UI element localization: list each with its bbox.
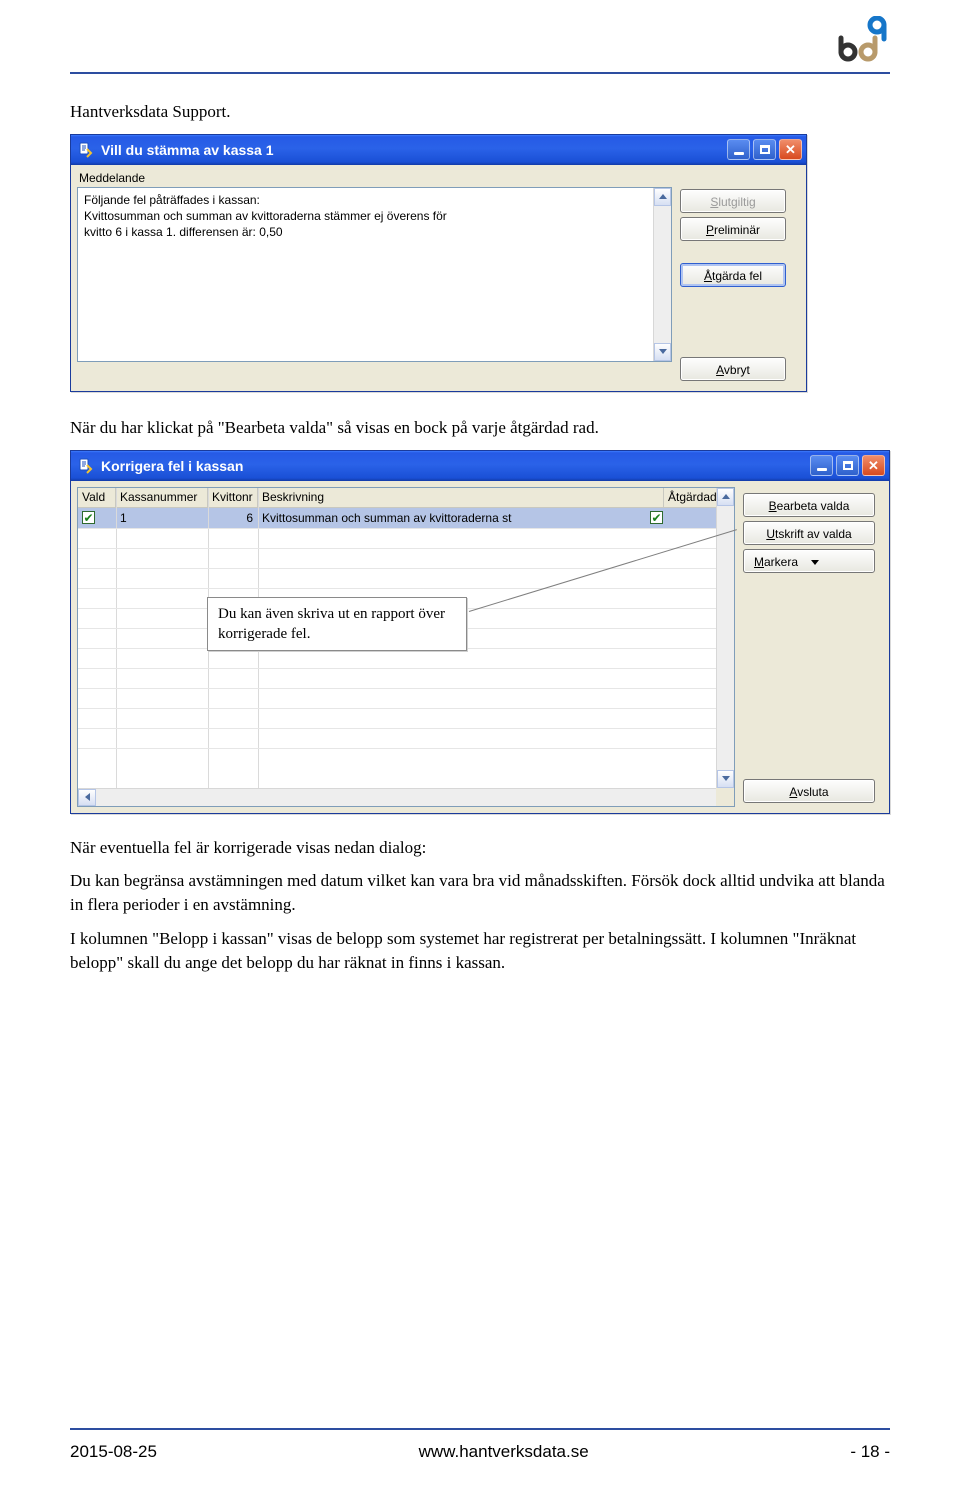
scroll-up-icon[interactable] [654, 188, 671, 206]
dialog-korrigera-fel: Korrigera fel i kassan ✕ Vald Kassanumme… [70, 450, 890, 814]
dialog1-titlebar: Vill du stämma av kassa 1 ✕ [71, 135, 806, 165]
bearbeta-valda-button[interactable]: Bearbeta valda [743, 493, 875, 517]
col-vald[interactable]: Vald [78, 488, 116, 507]
cell-beskrivning: Kvittosumman och summan av kvittoraderna… [258, 508, 646, 528]
scroll-left-icon[interactable] [78, 789, 96, 806]
scroll-up-icon[interactable] [717, 488, 734, 506]
atgardad-checkbox[interactable]: ✔ [650, 511, 663, 524]
footer-date: 2015-08-25 [70, 1442, 157, 1462]
message-line-3: kvitto 6 i kassa 1. differensen är: 0,50 [84, 224, 665, 240]
close-button[interactable]: ✕ [779, 139, 802, 160]
markera-dropdown[interactable]: Markera [743, 549, 875, 573]
grid-row[interactable]: ✔ 1 6 Kvittosumman och summan av kvittor… [78, 508, 716, 528]
chevron-down-icon [811, 560, 819, 565]
para-2-lead: När eventuella fel är korrigerade visas … [70, 836, 890, 860]
window-icon [77, 141, 95, 159]
meddelande-label: Meddelande [79, 171, 672, 185]
callout-text: Du kan även skriva ut en rapport över ko… [218, 606, 445, 642]
grid-header: Vald Kassanummer Kvittonr Beskrivning Åt… [78, 488, 734, 508]
para-1: När du har klickat på "Bearbeta valda" s… [70, 416, 890, 440]
scroll-down-icon[interactable] [654, 343, 671, 361]
cell-kvittonr: 6 [208, 508, 258, 528]
avbryt-button[interactable]: Avbryt [680, 357, 786, 381]
col-kvittonr[interactable]: Kvittonr [208, 488, 258, 507]
heading-text: Hantverksdata Support. [70, 100, 890, 124]
slutgiltig-button[interactable]: Slutgiltig [680, 189, 786, 213]
close-button[interactable]: ✕ [862, 455, 885, 476]
footer-page: - 18 - [850, 1442, 890, 1462]
window-icon [77, 457, 95, 475]
textarea-scrollbar[interactable] [653, 188, 671, 361]
avsluta-button[interactable]: Avsluta [743, 779, 875, 803]
scroll-down-icon[interactable] [717, 770, 734, 788]
dialog2-titlebar: Korrigera fel i kassan ✕ [71, 451, 889, 481]
cell-kassanummer: 1 [116, 508, 208, 528]
utskrift-av-valda-button[interactable]: Utskrift av valda [743, 521, 875, 545]
atgarda-fel-button[interactable]: Åtgärda fel [680, 263, 786, 287]
footer-url: www.hantverksdata.se [419, 1442, 589, 1462]
maximize-button[interactable] [836, 455, 859, 476]
dialog1-title: Vill du stämma av kassa 1 [101, 142, 727, 158]
col-beskrivning[interactable]: Beskrivning [258, 488, 664, 507]
para-4: I kolumnen "Belopp i kassan" visas de be… [70, 927, 890, 975]
page-footer: 2015-08-25 www.hantverksdata.se - 18 - [70, 1428, 890, 1462]
vald-checkbox[interactable]: ✔ [82, 511, 95, 524]
minimize-button[interactable] [810, 455, 833, 476]
maximize-button[interactable] [753, 139, 776, 160]
brand-logo [838, 16, 890, 69]
preliminar-button[interactable]: Preliminär [680, 217, 786, 241]
minimize-button[interactable] [727, 139, 750, 160]
header-rule [70, 72, 890, 74]
grid-scrollbar-horizontal[interactable] [78, 788, 734, 806]
para-3: Du kan begränsa avstämningen med datum v… [70, 869, 890, 917]
col-kassanummer[interactable]: Kassanummer [116, 488, 208, 507]
meddelande-text: Följande fel påträffades i kassan: Kvitt… [77, 187, 672, 362]
message-line-1: Följande fel påträffades i kassan: [84, 192, 665, 208]
dialog-stamma-av: Vill du stämma av kassa 1 ✕ Meddelande F… [70, 134, 807, 392]
callout-tip: Du kan även skriva ut en rapport över ko… [207, 597, 467, 652]
message-line-2: Kvittosumman och summan av kvittoraderna… [84, 208, 665, 224]
dialog2-title: Korrigera fel i kassan [101, 458, 810, 474]
